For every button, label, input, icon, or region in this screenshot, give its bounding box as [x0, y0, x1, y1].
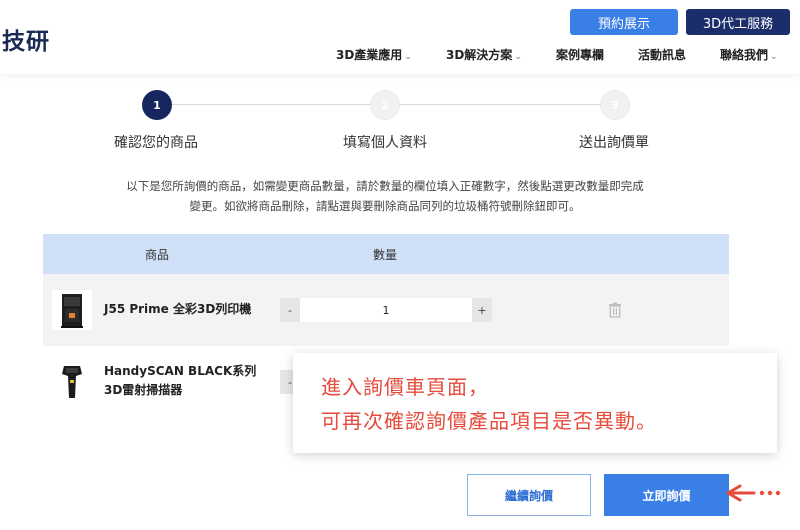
- nav-item-contact[interactable]: 聯絡我們 ⌄: [720, 46, 778, 63]
- trash-icon[interactable]: [608, 302, 622, 318]
- step-connector: [400, 104, 600, 105]
- nav-item-solutions[interactable]: 3D解決方案 ⌄: [446, 46, 522, 63]
- increase-button[interactable]: +: [472, 298, 492, 322]
- 3d-scanner-image: [52, 362, 92, 402]
- chevron-down-icon: ⌄: [514, 52, 522, 62]
- quantity-input[interactable]: [300, 298, 472, 322]
- book-demo-button[interactable]: 預約展示: [570, 9, 678, 35]
- step-1-label: 確認您的商品: [114, 135, 198, 151]
- step-2-circle: 2: [370, 90, 400, 120]
- nav-item-cases[interactable]: 案例專欄: [556, 46, 604, 63]
- instructions-text: 以下是您所詢價的商品，如需變更商品數量，請於數量的欄位填入正確數字，然後點選更改…: [126, 179, 644, 213]
- product-name[interactable]: HandySCAN BLACK系列 3D雷射掃描器: [104, 362, 256, 400]
- step-2-label: 填寫個人資料: [343, 135, 427, 151]
- step-3-circle: 3: [600, 90, 630, 120]
- nav-item-industry[interactable]: 3D產業應用 ⌄: [336, 46, 412, 63]
- submit-inquiry-button[interactable]: 立即詢價: [604, 474, 729, 516]
- callout-line-1: 進入詢價車頁面，: [321, 375, 489, 399]
- continue-inquiry-button[interactable]: 繼續詢價: [467, 474, 591, 516]
- column-header-product: 商品: [145, 248, 170, 262]
- step-connector: [172, 104, 370, 105]
- nav-item-events[interactable]: 活動訊息: [638, 46, 686, 63]
- column-header-quantity: 數量: [373, 248, 398, 262]
- callout-line-2: 可再次確認詢價產品項目是否異動。: [321, 409, 657, 433]
- annotation-callout: 進入詢價車頁面， 可再次確認詢價產品項目是否異動。: [293, 353, 777, 453]
- site-header: 技研 預約展示 3D代工服務 3D產業應用 ⌄ 3D解決方案 ⌄ 案例專欄 活動訊息…: [0, 0, 800, 74]
- product-name[interactable]: J55 Prime 全彩3D列印機: [104, 300, 251, 319]
- chevron-down-icon: ⌄: [404, 52, 412, 62]
- main-nav: 3D產業應用 ⌄ 3D解決方案 ⌄ 案例專欄 活動訊息 聯絡我們 ⌄: [0, 46, 800, 64]
- step-1-circle: 1: [142, 90, 172, 120]
- step-3-label: 送出詢價單: [579, 135, 649, 151]
- decrease-button[interactable]: -: [280, 298, 300, 322]
- 3d-printer-image: [52, 290, 92, 330]
- table-header: 商品 數量: [43, 234, 729, 274]
- 3d-service-button[interactable]: 3D代工服務: [686, 9, 790, 35]
- pointer-arrow-icon: [726, 484, 781, 502]
- table-row: J55 Prime 全彩3D列印機 - +: [43, 274, 729, 346]
- chevron-down-icon: ⌄: [770, 52, 778, 62]
- quantity-stepper: - +: [280, 298, 492, 322]
